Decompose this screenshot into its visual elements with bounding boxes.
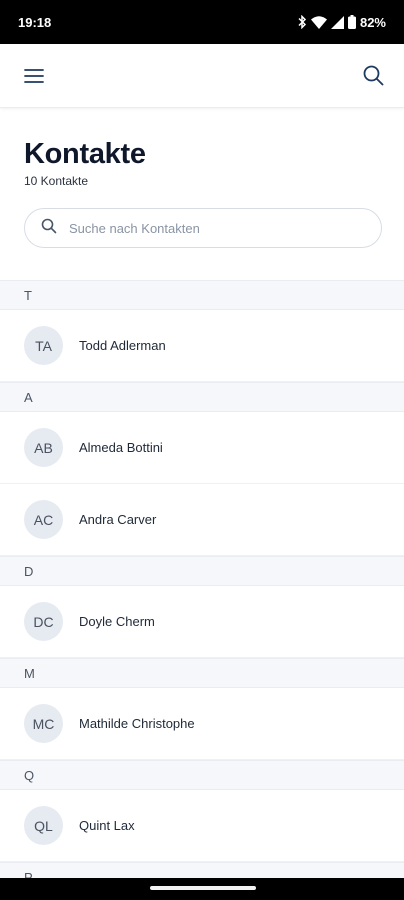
contact-name: Doyle Cherm bbox=[79, 614, 155, 629]
contact-name: Mathilde Christophe bbox=[79, 716, 195, 731]
contact-row[interactable]: AC Andra Carver bbox=[0, 484, 404, 556]
contact-row[interactable]: AB Almeda Bottini bbox=[0, 412, 404, 484]
wifi-icon bbox=[310, 15, 327, 29]
page-header: Kontakte 10 Kontakte bbox=[0, 108, 404, 188]
section-header: A bbox=[0, 382, 404, 412]
contact-name: Almeda Bottini bbox=[79, 440, 163, 455]
search-bar[interactable] bbox=[24, 208, 382, 248]
section-header: T bbox=[0, 280, 404, 310]
avatar: DC bbox=[24, 602, 63, 641]
avatar: AB bbox=[24, 428, 63, 467]
contact-row[interactable]: TA Todd Adlerman bbox=[0, 310, 404, 382]
contact-count: 10 Kontakte bbox=[24, 174, 89, 188]
section-header: M bbox=[0, 658, 404, 688]
status-bar: 19:18 82% bbox=[0, 0, 404, 44]
search-icon[interactable] bbox=[363, 65, 384, 86]
contact-name: Todd Adlerman bbox=[79, 338, 166, 353]
contact-name: Andra Carver bbox=[79, 512, 157, 527]
page-title: Kontakte bbox=[24, 138, 146, 170]
status-icons: 82% bbox=[297, 15, 386, 30]
contact-list: T TA Todd Adlerman A AB Almeda Bottini AC Andra… bbox=[0, 280, 404, 878]
status-time: 19:18 bbox=[18, 14, 52, 30]
topbar-actions bbox=[320, 65, 384, 86]
search-input[interactable] bbox=[69, 220, 365, 236]
top-app-bar bbox=[0, 44, 404, 108]
contact-row[interactable]: QL Quint Lax bbox=[0, 790, 404, 862]
navigation-bar bbox=[0, 878, 404, 900]
battery-icon bbox=[347, 15, 356, 29]
bluetooth-icon bbox=[297, 15, 307, 29]
germany-flag-icon[interactable] bbox=[320, 68, 343, 83]
avatar: TA bbox=[24, 326, 63, 365]
contact-name: Quint Lax bbox=[79, 818, 135, 833]
section-header: P bbox=[0, 862, 404, 878]
contacts-app: Kontakte 10 Kontakte TTATodd AdlermanAAB… bbox=[0, 44, 404, 878]
battery-percent: 82% bbox=[359, 14, 386, 30]
search-icon bbox=[41, 218, 57, 239]
home-indicator[interactable] bbox=[150, 886, 256, 890]
avatar: MC bbox=[24, 704, 63, 743]
hamburger-menu-icon[interactable] bbox=[24, 68, 44, 84]
contact-row[interactable]: MC Mathilde Christophe bbox=[0, 688, 404, 760]
avatar: QL bbox=[24, 806, 63, 845]
section-header: D bbox=[0, 556, 404, 586]
section-header: Q bbox=[0, 760, 404, 790]
contact-row[interactable]: DC Doyle Cherm bbox=[0, 586, 404, 658]
signal-icon bbox=[330, 15, 344, 29]
avatar: AC bbox=[24, 500, 63, 539]
